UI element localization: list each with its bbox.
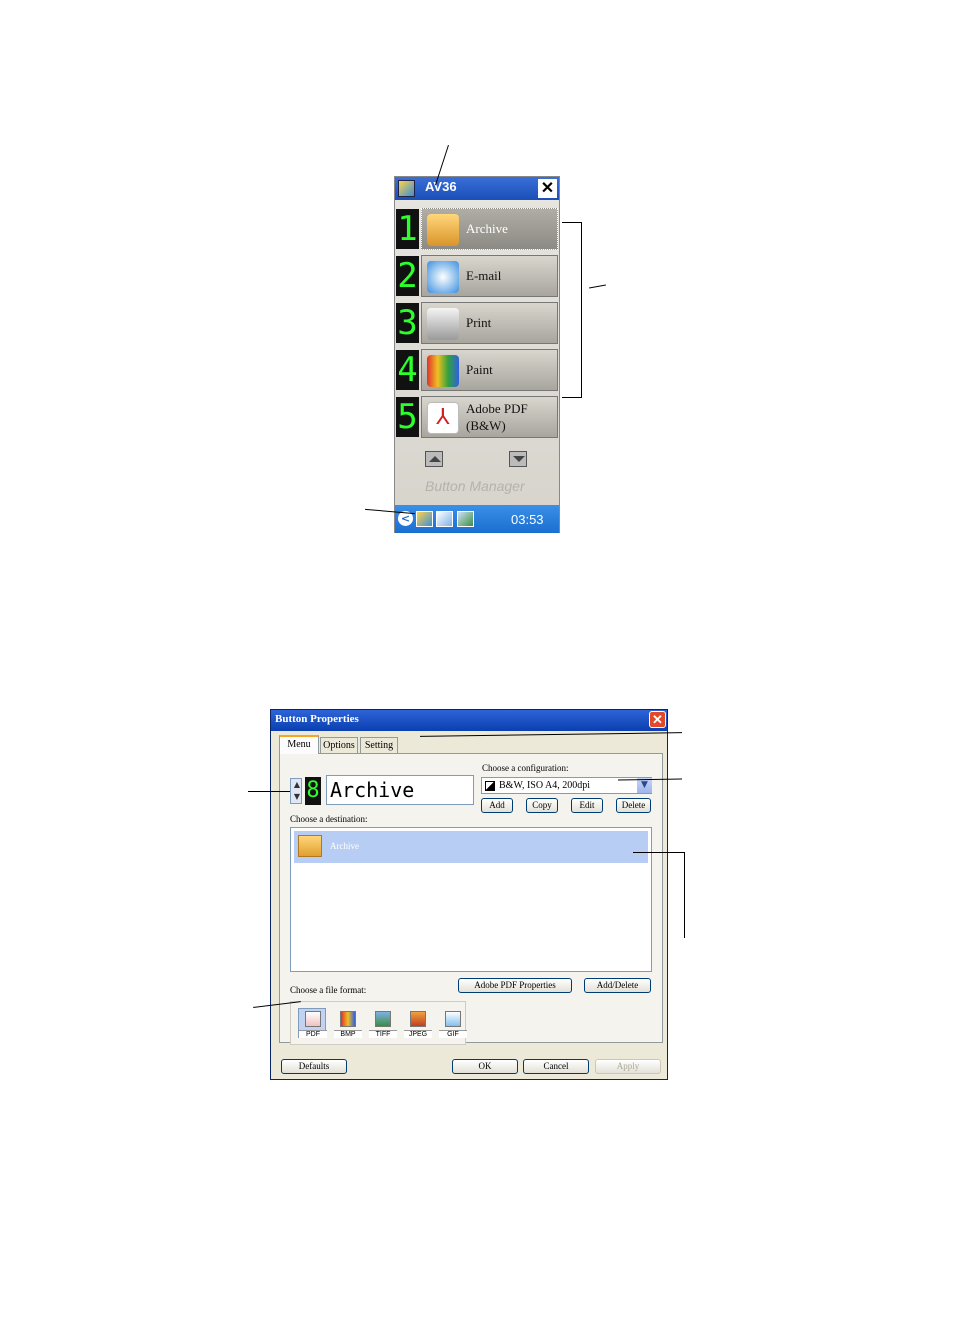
file-format-label: Choose a file format: — [290, 985, 367, 995]
bw-mode-icon — [485, 781, 495, 791]
ok-button[interactable]: OK — [452, 1059, 518, 1074]
list-item[interactable]: Archive — [294, 831, 648, 863]
apply-button[interactable]: Apply — [595, 1059, 661, 1074]
callout-line — [581, 222, 582, 398]
scanner-app-icon — [398, 180, 415, 197]
button-number-digit: 2 — [396, 256, 419, 296]
button-number-digit: 3 — [396, 303, 419, 343]
destination-label: Choose a destination: — [290, 814, 368, 824]
format-jpeg-button[interactable]: JPEG — [403, 1008, 432, 1038]
tray-info-icon[interactable] — [457, 511, 474, 527]
destination-list[interactable]: Archive — [290, 827, 652, 972]
print-button[interactable]: Print — [421, 302, 558, 344]
scroll-up-button[interactable] — [425, 451, 443, 467]
gif-file-icon — [445, 1011, 461, 1027]
print-button-label: Print — [466, 315, 492, 330]
button-manager-titlebar: AV36 ✕ — [395, 177, 559, 200]
callout-line — [562, 397, 582, 398]
adobe-pdf-button-label: Adobe PDF (B&W) — [466, 400, 556, 434]
paint-button-label: Paint — [466, 362, 493, 377]
delete-config-button[interactable]: Delete — [616, 798, 651, 813]
add-config-button[interactable]: Add — [481, 798, 513, 813]
copy-config-button[interactable]: Copy — [526, 798, 558, 813]
callout-line — [684, 852, 685, 938]
arrow-up-icon — [429, 456, 441, 462]
button-row-1: 1 Archive — [395, 206, 559, 251]
tab-menu[interactable]: Menu — [279, 735, 319, 754]
close-icon[interactable]: ✕ — [538, 179, 557, 198]
cancel-button[interactable]: Cancel — [523, 1059, 589, 1074]
taskbar: < 03:53 — [395, 505, 559, 533]
tiff-file-icon — [375, 1011, 391, 1027]
format-jpeg-label: JPEG — [404, 1030, 432, 1038]
file-format-group: PDF BMP TIFF JPEG GIF — [290, 1001, 467, 1045]
format-bmp-label: BMP — [334, 1030, 362, 1038]
adobe-pdf-label-line1: Adobe PDF — [466, 401, 528, 416]
scroll-down-button[interactable] — [509, 451, 527, 467]
archive-button-label: Archive — [466, 221, 508, 236]
callout-line — [248, 791, 290, 792]
bmp-file-icon — [340, 1011, 356, 1027]
button-row-3: 3 Print — [395, 300, 559, 345]
dialog-titlebar: Button Properties ✕ — [271, 710, 667, 731]
tab-options[interactable]: Options — [320, 737, 358, 753]
format-pdf-button[interactable]: PDF — [298, 1008, 327, 1038]
paint-icon — [427, 355, 459, 387]
button-manager-panel: AV36 ✕ 1 Archive 2 E-mail 3 Print 4 Pain… — [394, 176, 560, 533]
button-number-display: 8 — [305, 777, 321, 805]
spinner-down-icon[interactable]: ▼ — [292, 791, 302, 803]
callout-line — [633, 852, 685, 853]
button-row-4: 4 Paint — [395, 347, 559, 392]
pdf-file-icon — [305, 1011, 321, 1027]
email-button-label: E-mail — [466, 268, 502, 283]
arrow-down-icon — [513, 456, 525, 462]
jpeg-file-icon — [410, 1011, 426, 1027]
archive-folder-icon — [427, 214, 459, 246]
chevron-down-icon[interactable]: ▼ — [637, 778, 652, 793]
button-number-digit: 5 — [396, 397, 419, 437]
pdf-icon: ⅄ — [427, 402, 459, 434]
button-row-5: 5 ⅄ Adobe PDF (B&W) — [395, 394, 559, 439]
adobe-pdf-label-line2: (B&W) — [466, 418, 506, 433]
add-delete-button[interactable]: Add/Delete — [584, 978, 651, 993]
scanner-model-title: AV36 — [425, 179, 457, 194]
button-properties-dialog: Button Properties ✕ Menu Options Setting… — [270, 709, 668, 1080]
destination-item-label: Archive — [330, 841, 359, 851]
archive-folder-icon — [298, 835, 322, 857]
format-tiff-label: TIFF — [369, 1030, 397, 1038]
email-button[interactable]: E-mail — [421, 255, 558, 297]
close-icon[interactable]: ✕ — [649, 711, 666, 728]
tab-setting[interactable]: Setting — [360, 737, 398, 753]
format-pdf-label: PDF — [299, 1030, 327, 1038]
adobe-pdf-properties-button[interactable]: Adobe PDF Properties — [458, 978, 572, 993]
button-name-input[interactable]: Archive — [326, 775, 474, 805]
spinner-up-icon[interactable]: ▲ — [292, 779, 302, 791]
configuration-value: B&W, ISO A4, 200dpi — [499, 780, 591, 791]
format-gif-label: GIF — [439, 1030, 467, 1038]
button-manager-tray-icon[interactable] — [416, 511, 433, 527]
button-number-digit: 4 — [396, 350, 419, 390]
defaults-button[interactable]: Defaults — [281, 1059, 347, 1074]
dialog-title: Button Properties — [275, 713, 359, 725]
config-label: Choose a configuration: — [482, 763, 569, 773]
format-gif-button[interactable]: GIF — [438, 1008, 467, 1038]
printer-icon — [427, 308, 459, 340]
taskbar-clock: 03:53 — [511, 512, 544, 527]
archive-button[interactable]: Archive — [421, 208, 558, 250]
email-icon — [427, 261, 459, 293]
button-row-2: 2 E-mail — [395, 253, 559, 298]
tray-app-icon[interactable] — [436, 511, 453, 527]
callout-line — [589, 284, 606, 289]
button-number-spinner[interactable]: ▲ ▼ — [290, 778, 302, 804]
format-bmp-button[interactable]: BMP — [333, 1008, 362, 1038]
paint-button[interactable]: Paint — [421, 349, 558, 391]
callout-line — [562, 222, 582, 223]
button-manager-brand: Button Manager — [425, 478, 525, 494]
format-tiff-button[interactable]: TIFF — [368, 1008, 397, 1038]
button-number-digit: 1 — [396, 209, 419, 249]
adobe-pdf-button[interactable]: ⅄ Adobe PDF (B&W) — [421, 396, 558, 438]
edit-config-button[interactable]: Edit — [571, 798, 603, 813]
